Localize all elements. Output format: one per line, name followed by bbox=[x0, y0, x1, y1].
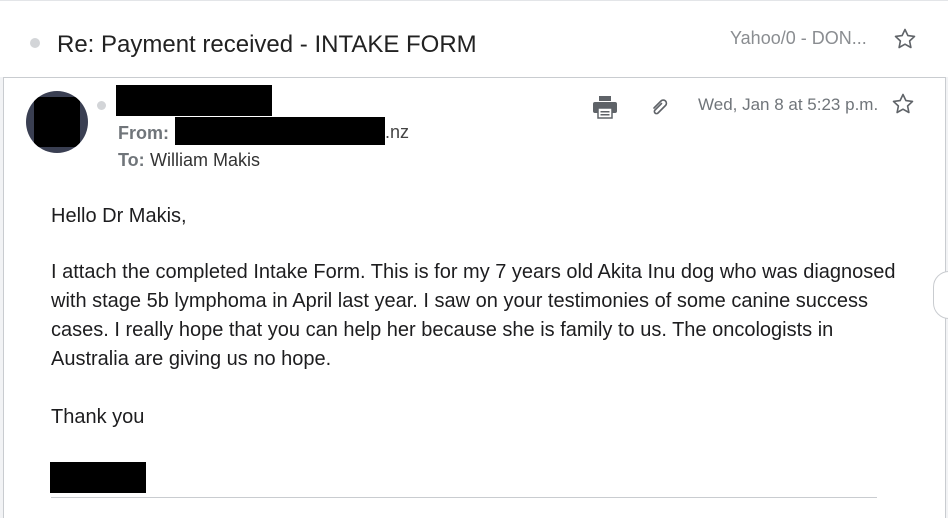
side-panel-handle[interactable] bbox=[933, 271, 948, 319]
print-icon[interactable] bbox=[592, 95, 618, 119]
redacted-signature bbox=[50, 462, 146, 493]
paperclip-icon[interactable] bbox=[650, 98, 670, 116]
sender-email-suffix: .nz bbox=[385, 122, 410, 142]
recipient-name[interactable]: William Makis bbox=[150, 150, 260, 171]
star-icon[interactable] bbox=[891, 92, 915, 116]
redacted-sender-email bbox=[175, 117, 385, 145]
message-date: Wed, Jan 8 at 5:23 p.m. bbox=[698, 95, 879, 114]
email-subject: Re: Payment received - INTAKE FORM bbox=[57, 31, 477, 58]
star-icon[interactable] bbox=[893, 27, 917, 51]
unread-indicator bbox=[30, 38, 40, 48]
from-label: From: bbox=[118, 123, 169, 143]
thread-header: Re: Payment received - INTAKE FORM Yahoo… bbox=[0, 0, 948, 77]
divider bbox=[51, 497, 877, 498]
redacted-sender-name bbox=[116, 85, 272, 116]
redaction-block bbox=[34, 97, 80, 147]
message-closing: Thank you bbox=[51, 406, 145, 428]
message-paragraph: I attach the completed Intake Form. This… bbox=[51, 261, 896, 370]
folder-label[interactable]: Yahoo/0 - DON... bbox=[730, 28, 867, 49]
to-label: To: bbox=[118, 150, 145, 170]
message-greeting: Hello Dr Makis, bbox=[51, 205, 187, 227]
sender-status-dot bbox=[97, 101, 106, 110]
avatar bbox=[26, 91, 88, 153]
